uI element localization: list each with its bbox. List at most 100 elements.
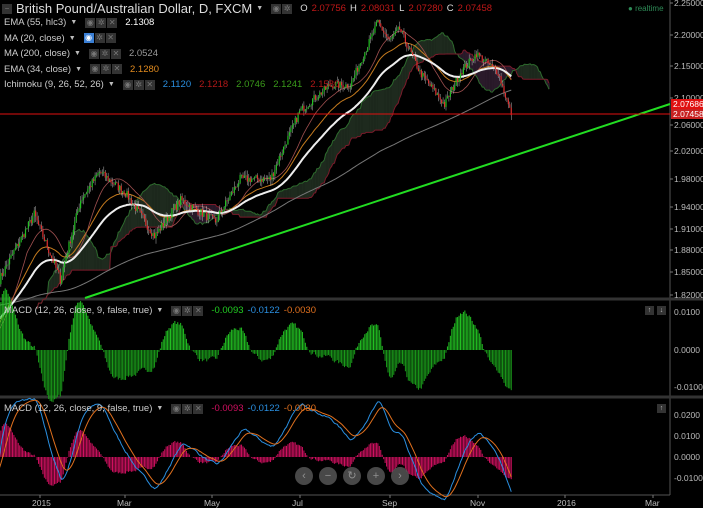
candle-body: [283, 146, 285, 154]
candle-body: [16, 243, 18, 248]
move-up-icon[interactable]: ↑: [657, 404, 666, 413]
candle-body: [222, 211, 224, 213]
candle-body: [262, 177, 264, 182]
macd2-tick: 0.0200: [674, 410, 700, 420]
chevron-down-icon[interactable]: ▼: [256, 5, 263, 12]
ohlc-values: O 2.07756 H 2.08031 L 2.07280 C 2.07458: [300, 3, 496, 14]
candle-body: [169, 216, 172, 219]
indicator-label[interactable]: MA (20, close): [4, 33, 65, 44]
macd2-label[interactable]: MACD (12, 26, close, 9, false, true): [4, 403, 152, 414]
macd1-tick: 0.0000: [674, 345, 700, 355]
eye-icon[interactable]: ◉: [85, 17, 96, 28]
gear-icon[interactable]: ✲: [99, 48, 110, 59]
candle-body: [275, 164, 277, 171]
candle-body: [7, 264, 9, 266]
chart-canvas[interactable]: [0, 0, 703, 508]
candle-body: [394, 31, 396, 35]
candle-body: [393, 34, 395, 37]
eye-icon[interactable]: ◉: [271, 3, 282, 14]
indicator-value: 2.1241: [273, 79, 303, 90]
candle-body: [478, 52, 480, 56]
candle-body: [464, 64, 466, 68]
candle-body: [404, 34, 406, 43]
candle-body: [155, 232, 157, 239]
chevron-down-icon[interactable]: ▼: [70, 19, 77, 26]
candle-body: [85, 192, 87, 195]
eye-icon[interactable]: ◉: [171, 403, 182, 414]
candle-body: [296, 117, 298, 123]
time-tick: Jul: [292, 498, 303, 508]
candle-body: [139, 208, 141, 211]
price-tick: 2.25000: [674, 0, 703, 8]
candle-body: [167, 216, 169, 222]
candle-body: [429, 83, 431, 87]
price-tag: 2.07686: [671, 99, 703, 109]
eye-icon[interactable]: ◉: [171, 305, 182, 316]
collapse-icon[interactable]: −: [2, 3, 12, 14]
close-icon[interactable]: ✕: [112, 64, 122, 74]
candle-body: [80, 200, 82, 209]
candle-body: [426, 78, 428, 81]
close-icon[interactable]: ✕: [110, 48, 121, 59]
eye-icon[interactable]: ◉: [88, 48, 99, 59]
gear-icon[interactable]: ✲: [94, 33, 105, 43]
close-icon[interactable]: ✕: [144, 79, 155, 90]
candle-body: [214, 218, 217, 223]
chevron-down-icon[interactable]: ▼: [75, 66, 82, 73]
candle-body: [182, 200, 185, 202]
close-icon[interactable]: ✕: [107, 17, 118, 28]
gear-icon[interactable]: ✲: [96, 17, 107, 28]
candle-body: [190, 204, 192, 211]
zoom-in-button[interactable]: +: [367, 467, 385, 485]
candle-body: [277, 163, 279, 165]
price-tick: 2.06000: [674, 120, 703, 130]
close-icon[interactable]: ✕: [105, 33, 116, 43]
gear-icon[interactable]: ✲: [282, 3, 293, 14]
candle-body: [448, 96, 450, 97]
macd1-label[interactable]: MACD (12, 26, close, 9, false, true): [4, 305, 152, 316]
chevron-down-icon[interactable]: ▼: [156, 405, 163, 412]
reset-button[interactable]: ↻: [343, 467, 361, 485]
candle-body: [497, 74, 499, 76]
scroll-left-button[interactable]: ‹: [295, 467, 313, 485]
gear-icon[interactable]: ✲: [182, 305, 193, 316]
indicator-label[interactable]: Ichimoku (9, 26, 52, 26): [4, 79, 104, 90]
candle-body: [380, 23, 382, 27]
candle-body: [52, 257, 54, 263]
eye-icon[interactable]: ◉: [90, 64, 100, 74]
candle-body: [40, 225, 43, 230]
scroll-right-button[interactable]: ›: [391, 467, 409, 485]
macd2-values: -0.0093 -0.0122 -0.0030: [211, 403, 320, 414]
indicator-legend: EMA (55, hlc3) ▼ ◉ ✲ ✕ 2.1308: [4, 17, 158, 28]
candle-body: [94, 175, 96, 181]
chevron-down-icon[interactable]: ▼: [74, 50, 81, 57]
close-icon[interactable]: ✕: [193, 403, 204, 414]
move-down-icon[interactable]: ↓: [657, 306, 666, 315]
candle-body: [396, 29, 398, 32]
gear-icon[interactable]: ✲: [133, 79, 144, 90]
indicator-label[interactable]: EMA (55, hlc3): [4, 17, 66, 28]
zoom-out-button[interactable]: −: [319, 467, 337, 485]
indicator-legend: Ichimoku (9, 26, 52, 26) ▼ ◉ ✲ ✕ 2.1120 2.1218…: [4, 79, 343, 90]
candle-body: [458, 78, 460, 83]
indicator-label[interactable]: EMA (34, close): [4, 64, 71, 75]
candle-body: [146, 225, 148, 230]
time-tick: May: [204, 498, 221, 508]
candle-body: [271, 173, 273, 181]
gear-icon[interactable]: ✲: [101, 64, 111, 74]
chevron-down-icon[interactable]: ▼: [108, 81, 115, 88]
symbol-title[interactable]: British Pound/Australian Dollar, D, FXCM: [16, 1, 252, 16]
chevron-down-icon[interactable]: ▼: [69, 35, 76, 42]
candle-body: [238, 183, 240, 187]
candle-body: [95, 175, 98, 176]
gear-icon[interactable]: ✲: [182, 403, 193, 414]
candle-body: [504, 92, 507, 98]
close-icon[interactable]: ✕: [193, 305, 204, 316]
candle-body: [6, 265, 8, 267]
indicator-label[interactable]: MA (200, close): [4, 48, 70, 59]
chevron-down-icon[interactable]: ▼: [156, 307, 163, 314]
candle-body: [191, 204, 193, 211]
eye-icon[interactable]: ◉: [83, 33, 94, 43]
move-up-icon[interactable]: ↑: [645, 306, 654, 315]
eye-icon[interactable]: ◉: [122, 79, 133, 90]
